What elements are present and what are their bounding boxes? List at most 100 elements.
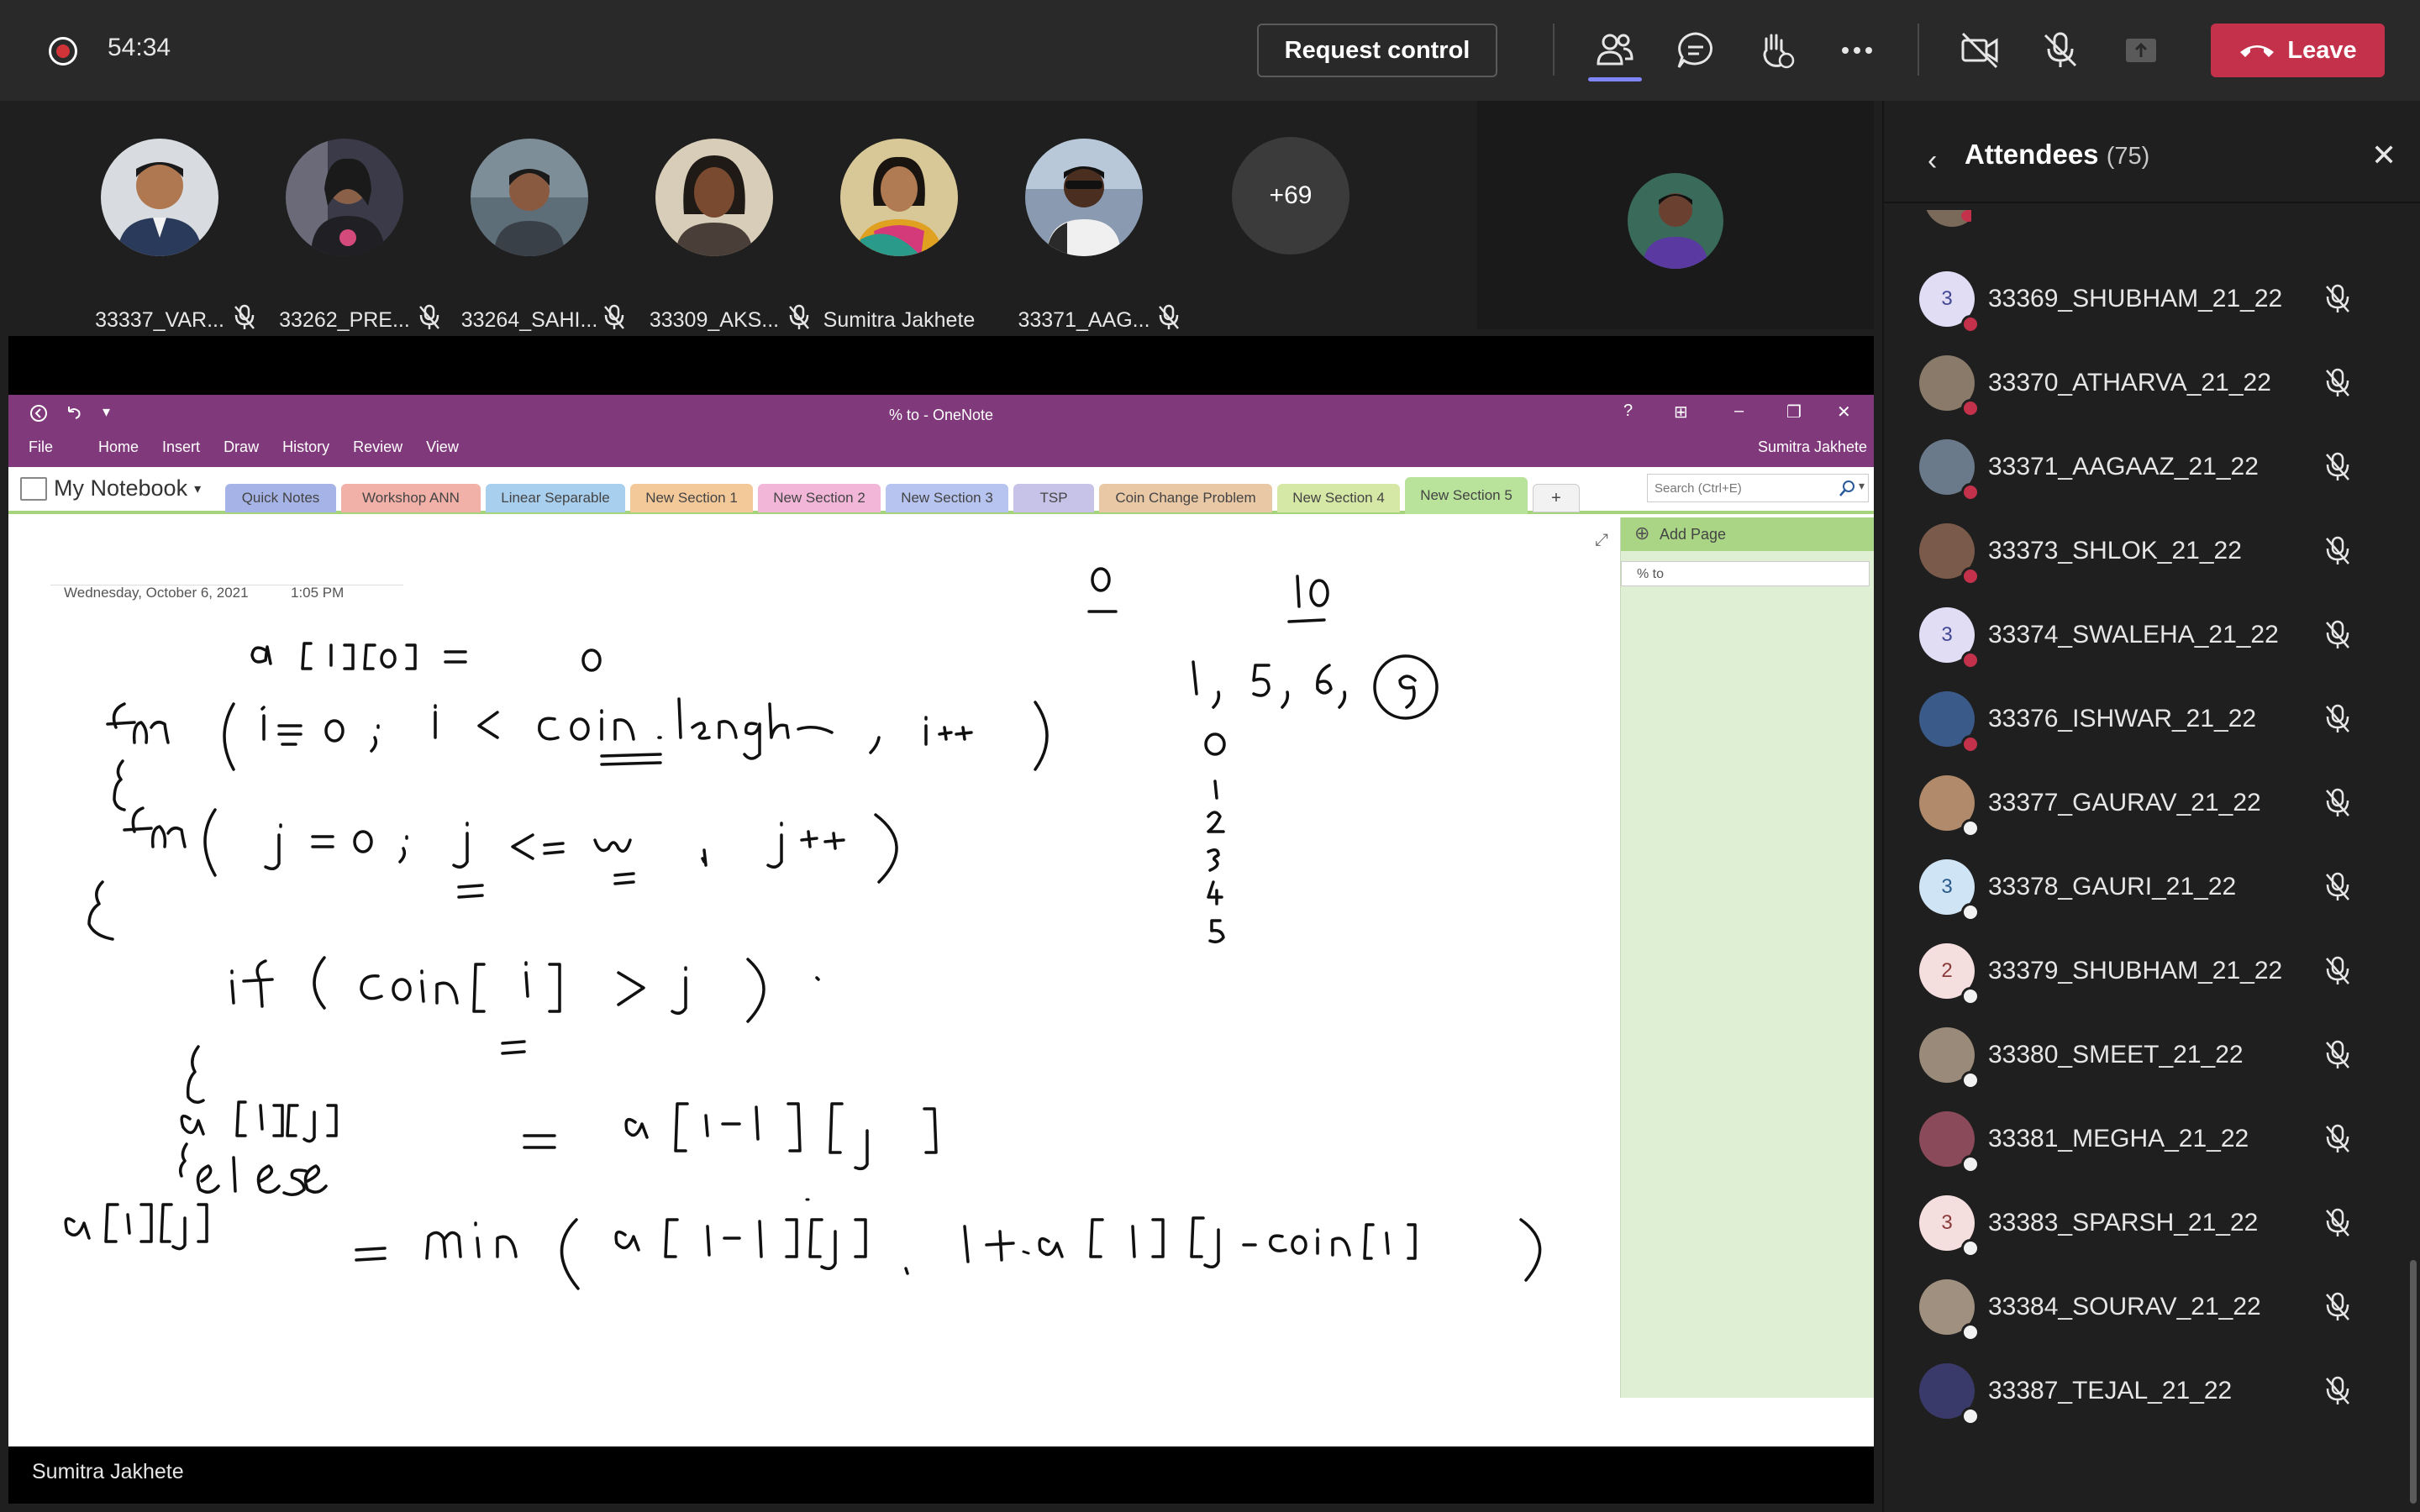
- back-chevron-icon[interactable]: ‹: [1928, 144, 1937, 177]
- mic-off-icon[interactable]: [2323, 283, 2353, 315]
- participant-tile[interactable]: Sumitra Jakhete: [807, 139, 992, 332]
- mic-off-icon[interactable]: [2323, 955, 2353, 987]
- participant-name: 33262_PRE...: [279, 308, 410, 332]
- attendee-row[interactable]: 3 33378_GAURI_21_22: [1884, 844, 2420, 928]
- attendee-row[interactable]: 33376_ISHWAR_21_22: [1884, 676, 2420, 760]
- tab-new-section-3[interactable]: New Section 3: [886, 484, 1008, 512]
- participant-tile[interactable]: 33337_VAR...: [67, 139, 255, 332]
- avatar: [471, 139, 588, 256]
- menu-home[interactable]: Home: [87, 430, 150, 464]
- minimize-icon[interactable]: –: [1734, 402, 1744, 421]
- mic-off-icon[interactable]: [2323, 1207, 2353, 1239]
- menu-insert[interactable]: Insert: [150, 430, 212, 464]
- attendee-name: 33387_TEJAL_21_22: [1988, 1377, 2233, 1404]
- mic-off-icon[interactable]: [2323, 1291, 2353, 1323]
- presence-status-icon: [1961, 735, 1980, 753]
- menu-file[interactable]: File: [8, 430, 87, 464]
- camera-off-icon[interactable]: [1958, 29, 2002, 72]
- mic-off-icon[interactable]: [2323, 451, 2353, 483]
- participant-tile[interactable]: 33309_AKS...: [622, 139, 809, 332]
- ribbon-display-icon[interactable]: ⊞: [1674, 402, 1688, 423]
- leave-button[interactable]: Leave: [2211, 24, 2385, 77]
- mic-off-icon[interactable]: [2323, 1375, 2353, 1407]
- attendee-name: 33371_AAGAAZ_21_22: [1988, 453, 2259, 480]
- add-page-button[interactable]: Add Page: [1621, 517, 1874, 551]
- attendee-name: 33376_ISHWAR_21_22: [1988, 705, 2257, 732]
- attendee-row[interactable]: 33370_ATHARVA_21_22: [1884, 340, 2420, 424]
- participant-name: 33371_AAG...: [1018, 308, 1150, 332]
- attendee-row[interactable]: 2 33379_SHUBHAM_21_22: [1884, 928, 2420, 1012]
- attendees-panel: ‹ Attendees (75) ✕ 3 33369_SHUBHAM_21_22 3…: [1882, 101, 2420, 1512]
- attendee-row[interactable]: 3 33383_SPARSH_21_22: [1884, 1180, 2420, 1264]
- attendee-name: 33384_SOURAV_21_22: [1988, 1293, 2261, 1320]
- mic-off-icon[interactable]: [2323, 787, 2353, 819]
- people-icon[interactable]: [1593, 29, 1637, 72]
- onenote-title-bar: ▾ % to - OneNote ? ⊞ – ❐ ✕ File Home Ins…: [8, 395, 1874, 467]
- more-participants-button[interactable]: +69: [1232, 137, 1349, 255]
- more-options-icon[interactable]: [1835, 29, 1879, 72]
- tab-new-section-4[interactable]: New Section 4: [1277, 484, 1400, 512]
- menu-review[interactable]: Review: [341, 430, 414, 464]
- tab-linear-separable[interactable]: Linear Separable: [486, 484, 625, 512]
- mic-off-icon[interactable]: [2323, 367, 2353, 399]
- menu-draw[interactable]: Draw: [212, 430, 271, 464]
- onenote-user-name[interactable]: Sumitra Jakhete: [1758, 438, 1867, 456]
- restore-icon[interactable]: ❐: [1786, 402, 1802, 423]
- search-icon[interactable]: [1839, 479, 1857, 497]
- share-tray-icon[interactable]: [2119, 29, 2163, 72]
- mic-off-icon[interactable]: [2323, 703, 2353, 735]
- mic-off-icon[interactable]: [2323, 871, 2353, 903]
- close-icon[interactable]: ✕: [1837, 402, 1851, 423]
- notebook-selector[interactable]: My Notebook ▾: [20, 475, 201, 501]
- tab-new-section-5[interactable]: New Section 5: [1405, 477, 1528, 514]
- attendee-row[interactable]: 33381_MEGHA_21_22: [1884, 1096, 2420, 1180]
- attendee-row[interactable]: 3 33369_SHUBHAM_21_22: [1884, 256, 2420, 340]
- participant-tile[interactable]: 33264_SAHI...: [437, 139, 624, 332]
- tab-workshop-ann[interactable]: Workshop ANN: [341, 484, 481, 512]
- page-list-item[interactable]: % to: [1621, 561, 1870, 586]
- search-input[interactable]: Search (Ctrl+E): [1647, 474, 1869, 502]
- ribbon-menu: File Home Insert Draw History Review Vie…: [8, 430, 471, 464]
- raise-hand-icon[interactable]: [1754, 29, 1798, 72]
- participant-name: 33337_VAR...: [95, 308, 224, 332]
- notebook-tabs-bar: My Notebook ▾ Quick Notes Workshop ANN L…: [8, 467, 1874, 514]
- participant-tile[interactable]: 33371_AAG...: [992, 139, 1179, 332]
- participant-name: Sumitra Jakhete: [823, 308, 976, 332]
- tab-quick-notes[interactable]: Quick Notes: [225, 484, 336, 512]
- tab-new-section-2[interactable]: New Section 2: [758, 484, 881, 512]
- mic-off-icon[interactable]: [2323, 535, 2353, 567]
- attendee-row[interactable]: 33371_AAGAAZ_21_22: [1884, 424, 2420, 508]
- notebook-icon: [20, 476, 47, 501]
- request-control-button[interactable]: Request control: [1257, 24, 1497, 77]
- partial-attendee-avatar: [1924, 210, 1971, 227]
- chevron-down-icon: ▾: [194, 481, 202, 496]
- attendee-row[interactable]: 33384_SOURAV_21_22: [1884, 1264, 2420, 1348]
- help-icon[interactable]: ?: [1623, 402, 1633, 421]
- mic-off-icon[interactable]: [2323, 619, 2353, 651]
- attendee-name: 33379_SHUBHAM_21_22: [1988, 957, 2283, 984]
- tab-coin-change-problem[interactable]: Coin Change Problem: [1099, 484, 1272, 512]
- presence-status-icon: [1961, 1155, 1980, 1173]
- attendee-row[interactable]: 33387_TEJAL_21_22: [1884, 1348, 2420, 1432]
- tab-new-section-1[interactable]: New Section 1: [630, 484, 753, 512]
- tab-tsp[interactable]: TSP: [1013, 484, 1094, 512]
- mic-off-icon[interactable]: [2323, 1039, 2353, 1071]
- attendee-row[interactable]: 3 33374_SWALEHA_21_22: [1884, 592, 2420, 676]
- attendees-count: (75): [2106, 143, 2150, 170]
- scrollbar[interactable]: [2410, 1260, 2417, 1504]
- menu-history[interactable]: History: [271, 430, 341, 464]
- add-section-button[interactable]: +: [1533, 484, 1580, 512]
- participant-tile[interactable]: 33262_PRE...: [252, 139, 439, 332]
- mic-off-icon[interactable]: [2323, 1123, 2353, 1155]
- attendee-row[interactable]: 33373_SHLOK_21_22: [1884, 508, 2420, 592]
- mic-off-icon[interactable]: [2039, 29, 2082, 72]
- note-canvas[interactable]: Wednesday, October 6, 2021 1:05 PM ⤢: [8, 517, 1622, 1408]
- window-title: % to - OneNote: [888, 407, 994, 423]
- close-icon[interactable]: ✕: [2371, 138, 2396, 173]
- attendee-row[interactable]: 33377_GAURAV_21_22: [1884, 760, 2420, 844]
- chat-icon[interactable]: [1674, 29, 1718, 72]
- menu-view[interactable]: View: [414, 430, 471, 464]
- presenter-bar: Sumitra Jakhete: [8, 1446, 1874, 1504]
- search-scope-chevron-icon[interactable]: ▾: [1859, 479, 1865, 493]
- attendee-row[interactable]: 33380_SMEET_21_22: [1884, 1012, 2420, 1096]
